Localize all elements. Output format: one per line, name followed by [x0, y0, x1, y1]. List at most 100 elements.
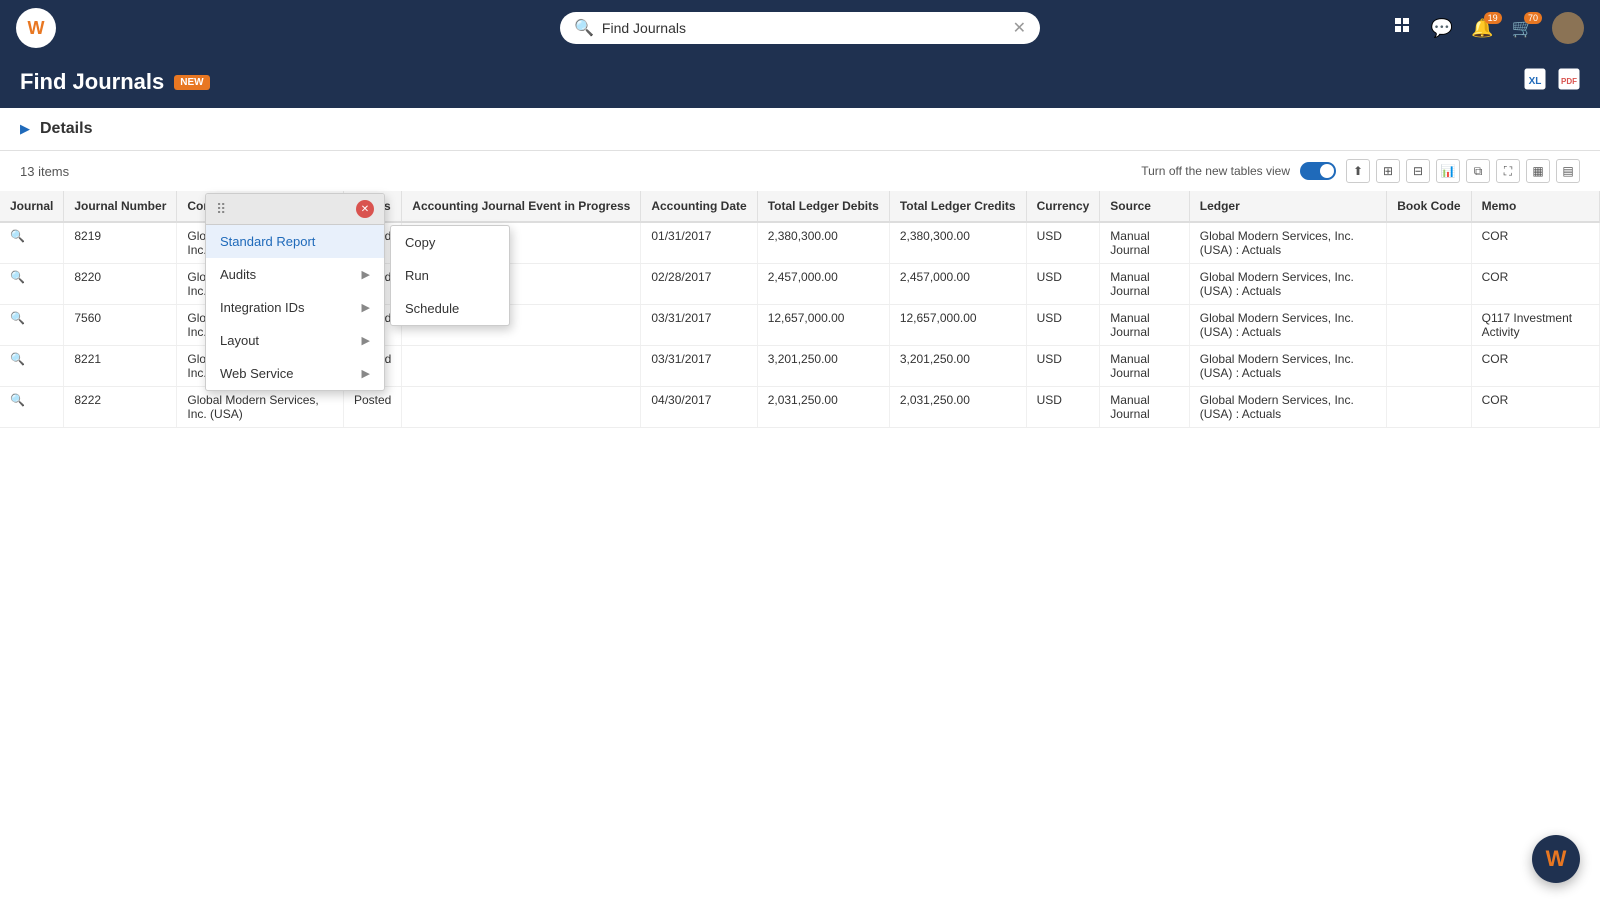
menu-item-standard-report[interactable]: Standard Report [206, 225, 384, 258]
cell-ledger[interactable]: Global Modern Services, Inc. (USA) : Act… [1189, 264, 1387, 305]
fullscreen-icon[interactable]: ⛶ [1496, 159, 1520, 183]
main-menu: ⠿ ✕ Standard Report Audits ▶ Integration… [205, 193, 385, 391]
table-view-toggle[interactable] [1300, 162, 1336, 180]
cell-debits: 2,457,000.00 [757, 264, 889, 305]
export-icon[interactable]: ⬆ [1346, 159, 1370, 183]
cell-book-code [1387, 305, 1471, 346]
context-menu-wrapper: ⠿ ✕ Standard Report Audits ▶ Integration… [205, 193, 385, 391]
cell-currency[interactable]: USD [1026, 222, 1100, 264]
cell-currency[interactable]: USD [1026, 264, 1100, 305]
list-view-icon[interactable]: ▤ [1556, 159, 1580, 183]
col-journal-number: Journal Number [64, 191, 177, 222]
cell-company[interactable]: Global Modern Services, Inc. (USA) [177, 387, 344, 428]
details-section: ▶ Details [0, 108, 1600, 151]
cell-memo: COR [1471, 222, 1599, 264]
table-tool-icons: ⬆ ⊞ ⊟ 📊 ⧉ ⛶ ▦ ▤ [1346, 159, 1580, 183]
col-debits: Total Ledger Debits [757, 191, 889, 222]
chart-icon[interactable]: 📊 [1436, 159, 1460, 183]
cell-credits: 3,201,250.00 [889, 346, 1026, 387]
integration-ids-arrow: ▶ [362, 301, 370, 314]
sub-menu-item-run[interactable]: Run [391, 259, 509, 292]
cell-journal-icon[interactable]: 🔍 [0, 222, 64, 264]
cell-status: Posted [343, 387, 401, 428]
cell-journal-number: 8219 [64, 222, 177, 264]
cell-currency[interactable]: USD [1026, 346, 1100, 387]
cell-journal-icon[interactable]: 🔍 [0, 346, 64, 387]
new-badge: NEW [174, 75, 209, 90]
col-book-code: Book Code [1387, 191, 1471, 222]
cell-currency[interactable]: USD [1026, 305, 1100, 346]
filter-icon[interactable]: ⊟ [1406, 159, 1430, 183]
cell-event [402, 346, 641, 387]
menu-item-integration-ids[interactable]: Integration IDs ▶ [206, 291, 384, 324]
export-excel-button[interactable]: XL [1524, 68, 1546, 96]
search-input[interactable] [602, 20, 962, 36]
search-clear-icon[interactable]: ✕ [1013, 18, 1026, 38]
cell-ledger[interactable]: Global Modern Services, Inc. (USA) : Act… [1189, 346, 1387, 387]
cell-credits: 2,457,000.00 [889, 264, 1026, 305]
cell-ledger[interactable]: Global Modern Services, Inc. (USA) : Act… [1189, 305, 1387, 346]
sub-menu-item-schedule[interactable]: Schedule [391, 292, 509, 325]
sub-menu: Copy Run Schedule [390, 225, 510, 326]
menu-header: ⠿ ✕ [206, 194, 384, 225]
cell-memo: COR [1471, 264, 1599, 305]
col-event: Accounting Journal Event in Progress [402, 191, 641, 222]
drag-icon: ⠿ [216, 201, 226, 218]
cell-journal-number: 7560 [64, 305, 177, 346]
cell-memo: COR [1471, 346, 1599, 387]
table-row: 🔍 8222 Global Modern Services, Inc. (USA… [0, 387, 1600, 428]
details-label: Details [40, 120, 92, 138]
cell-date: 03/31/2017 [641, 346, 757, 387]
cell-credits: 2,380,300.00 [889, 222, 1026, 264]
cell-source[interactable]: Manual Journal [1100, 222, 1189, 264]
workday-assistant-button[interactable]: W [1532, 835, 1580, 883]
audits-arrow: ▶ [362, 268, 370, 281]
grid-icon[interactable] [1393, 16, 1413, 41]
page-title-area: Find Journals NEW [20, 69, 210, 95]
cell-source[interactable]: Manual Journal [1100, 387, 1189, 428]
cell-memo: Q117 Investment Activity [1471, 305, 1599, 346]
menu-item-web-service[interactable]: Web Service ▶ [206, 357, 384, 390]
cart-icon[interactable]: 🛒 70 [1512, 18, 1534, 39]
cell-debits: 2,031,250.00 [757, 387, 889, 428]
cell-journal-icon[interactable]: 🔍 [0, 387, 64, 428]
columns-icon[interactable]: ⊞ [1376, 159, 1400, 183]
col-memo: Memo [1471, 191, 1599, 222]
avatar[interactable] [1552, 12, 1584, 44]
cell-source[interactable]: Manual Journal [1100, 305, 1189, 346]
cell-debits: 12,657,000.00 [757, 305, 889, 346]
menu-item-audits[interactable]: Audits ▶ [206, 258, 384, 291]
sub-menu-item-copy[interactable]: Copy [391, 226, 509, 259]
export-pdf-button[interactable]: PDF [1558, 68, 1580, 96]
notification-icon[interactable]: 🔔 19 [1471, 18, 1493, 39]
cell-event [402, 387, 641, 428]
page-title: Find Journals [20, 69, 164, 95]
cell-credits: 2,031,250.00 [889, 387, 1026, 428]
workday-logo[interactable]: W [16, 8, 56, 48]
table-controls: Turn off the new tables view ⬆ ⊞ ⊟ 📊 ⧉ ⛶… [1141, 159, 1580, 183]
chat-icon[interactable]: 💬 [1431, 18, 1453, 39]
cell-journal-number: 8221 [64, 346, 177, 387]
cell-book-code [1387, 387, 1471, 428]
col-credits: Total Ledger Credits [889, 191, 1026, 222]
cell-date: 01/31/2017 [641, 222, 757, 264]
cell-date: 02/28/2017 [641, 264, 757, 305]
cell-source[interactable]: Manual Journal [1100, 346, 1189, 387]
layout-arrow: ▶ [362, 334, 370, 347]
details-toggle[interactable]: ▶ [20, 121, 30, 137]
main-content: ▶ Details 13 items Turn off the new tabl… [0, 108, 1600, 903]
grid-view-icon[interactable]: ▦ [1526, 159, 1550, 183]
menu-close-button[interactable]: ✕ [356, 200, 374, 218]
col-source: Source [1100, 191, 1189, 222]
split-icon[interactable]: ⧉ [1466, 159, 1490, 183]
cell-journal-icon[interactable]: 🔍 [0, 264, 64, 305]
menu-header-icons: ⠿ [216, 201, 226, 218]
cell-journal-icon[interactable]: 🔍 [0, 305, 64, 346]
toggle-knob [1320, 164, 1334, 178]
cell-ledger[interactable]: Global Modern Services, Inc. (USA) : Act… [1189, 222, 1387, 264]
menu-item-layout[interactable]: Layout ▶ [206, 324, 384, 357]
cell-ledger[interactable]: Global Modern Services, Inc. (USA) : Act… [1189, 387, 1387, 428]
cell-currency[interactable]: USD [1026, 387, 1100, 428]
col-date: Accounting Date [641, 191, 757, 222]
cell-source[interactable]: Manual Journal [1100, 264, 1189, 305]
